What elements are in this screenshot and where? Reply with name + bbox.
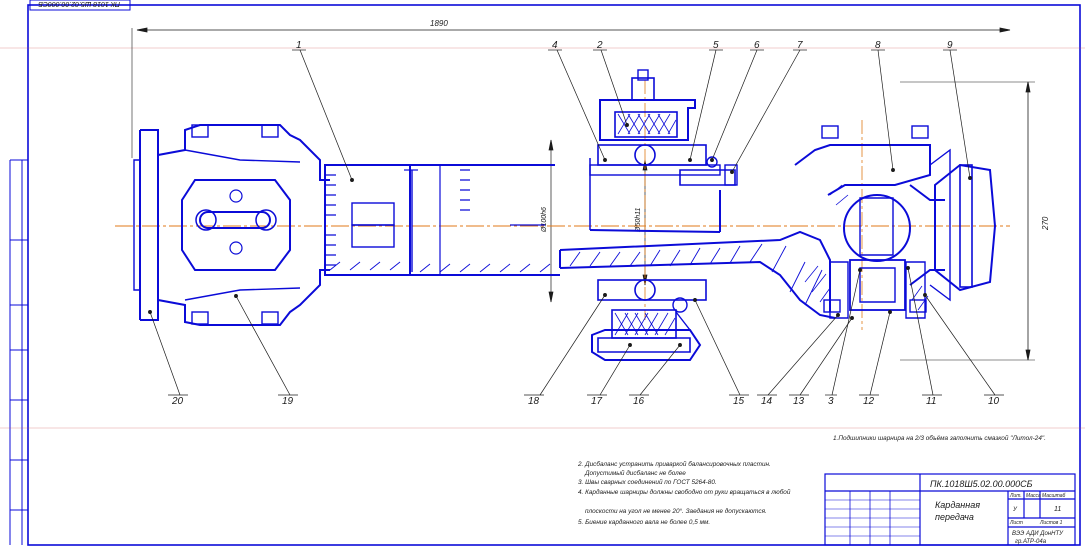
title-col-mass: Масса (1026, 493, 1041, 499)
title-name-1: Карданная (935, 500, 980, 510)
callout-9: 9 (947, 40, 953, 51)
diameter-left-label: Ø100h6 (541, 207, 548, 233)
title-name-2: передача (935, 512, 974, 522)
overall-height-value: 270 (1041, 216, 1050, 231)
callout-3: 3 (828, 396, 834, 407)
callout-16: 16 (633, 396, 645, 407)
note-4b: плоскости на угол не менее 20°. Заедания… (585, 507, 767, 515)
left-flange-yoke (133, 124, 330, 326)
title-org-2: гр.АТР-04а (1015, 539, 1047, 545)
spline-shaft (559, 158, 836, 319)
title-org-1: ВЭЭ АДИ ДонНТУ (1012, 531, 1064, 537)
title-block-text: ПК.1018Ш5.02.00.000СБ Карданная передача… (930, 479, 1066, 545)
callout-2: 2 (596, 40, 603, 51)
intermediate-support-top (589, 69, 738, 186)
callout-6: 6 (754, 40, 760, 51)
callout-5: 5 (713, 40, 719, 51)
right-universal-joint (794, 125, 997, 319)
title-code: ПК.1018Ш5.02.00.000СБ (930, 479, 1033, 489)
callout-14: 14 (761, 396, 773, 407)
callout-10: 10 (988, 396, 1000, 407)
callouts-bottom: 20 19 18 17 16 15 14 13 3 12 11 10 (171, 396, 1000, 407)
note-3: 3. Швы сварных соединений по ГОСТ 5264-8… (578, 478, 717, 486)
callout-20: 20 (171, 396, 184, 407)
callouts-top: 1 4 2 5 6 7 8 9 (296, 40, 953, 51)
title-col-scale: Масштаб (1042, 493, 1066, 499)
callout-13: 13 (793, 396, 805, 407)
callout-17: 17 (591, 396, 603, 407)
top-code-label: ПК 1018 Ш5.02.00.000СБ (38, 0, 120, 7)
callout-8: 8 (875, 40, 881, 51)
note-2b: Допустимый дисбаланс не более (584, 469, 686, 477)
title-col-lit: Лит. (1009, 493, 1022, 499)
spline-hatch (569, 243, 823, 306)
callout-11: 11 (926, 396, 936, 407)
note-4a: 4. Карданные шарниры должны свободно от … (578, 488, 791, 496)
callout-18: 18 (528, 396, 540, 407)
title-stage: У (1012, 507, 1018, 513)
callout-7: 7 (797, 40, 803, 51)
callout-1: 1 (296, 40, 302, 51)
title-sheet-label: Лист (1009, 520, 1023, 526)
overall-length-value: 1890 (430, 19, 448, 28)
callout-15: 15 (733, 396, 745, 407)
title-sheets-count: 11 (1054, 506, 1061, 513)
diameter-right-label: Ø50h11 (635, 208, 642, 233)
note-1: 1.Подшипники шарнира на 2/3 объёма запол… (833, 434, 1046, 442)
callout-4: 4 (552, 40, 558, 51)
sheet-guide-lines (0, 47, 1085, 429)
callout-19: 19 (282, 396, 294, 407)
assembly-drawing: ПК 1018 Ш5.02.00.000СБ 1890 270 Ø100h6 Ø… (0, 0, 1085, 546)
title-sheets-label: Листов 1 (1039, 520, 1063, 526)
shaft-tube (324, 164, 560, 276)
center-axis (115, 80, 1010, 330)
callout-12: 12 (863, 396, 875, 407)
note-5: 5. Биение карданного вала не более 0,5 м… (578, 518, 710, 526)
note-2a: 2. Дисбаланс устранить приваркой баланси… (577, 460, 771, 468)
